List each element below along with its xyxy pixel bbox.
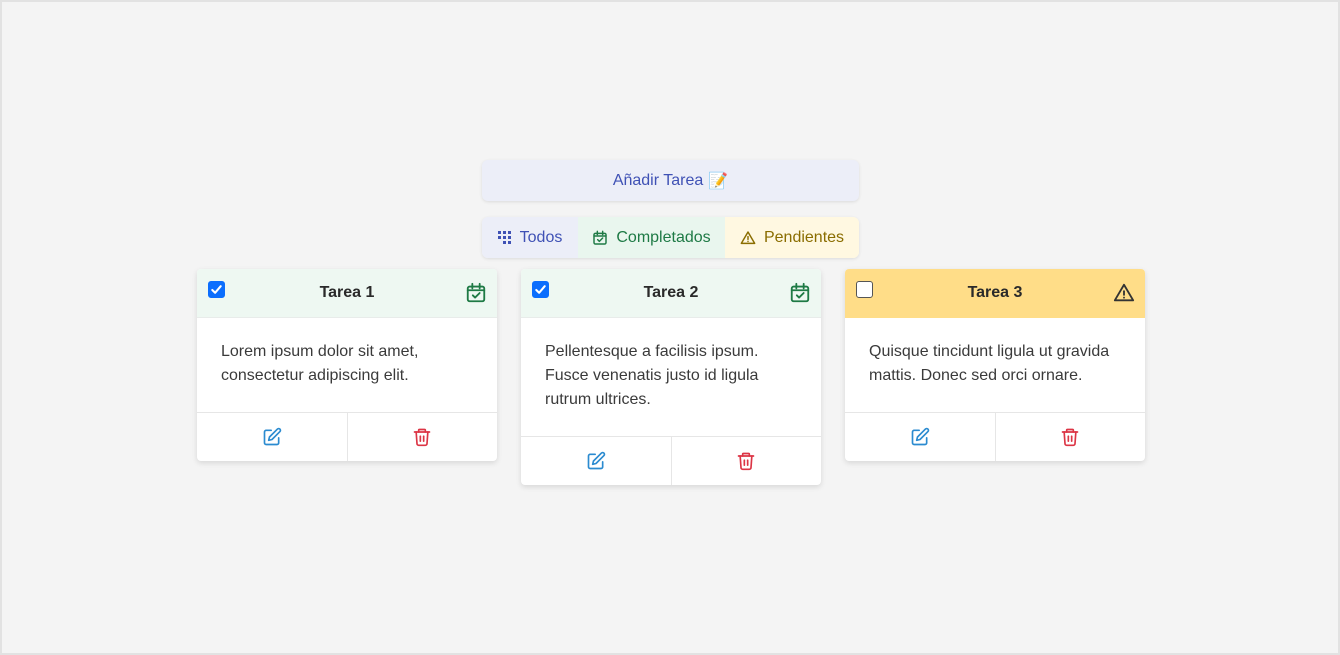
filter-pending-label: Pendientes: [763, 228, 845, 246]
delete-task-button[interactable]: [346, 413, 498, 461]
task-card-header: Tarea 2: [521, 269, 821, 318]
task-complete-checkbox[interactable]: [532, 281, 549, 298]
filter-pending-button[interactable]: Pendientes: [725, 217, 859, 258]
edit-icon: [587, 451, 605, 470]
edit-icon: [263, 427, 281, 446]
filter-completed-button[interactable]: Completados: [578, 217, 725, 258]
calendar-check-icon: [790, 282, 810, 303]
edit-task-button[interactable]: [197, 413, 347, 461]
delete-task-button[interactable]: [994, 413, 1146, 461]
edit-task-button[interactable]: [521, 437, 671, 485]
filter-all-label: Todos: [519, 228, 563, 246]
task-card: Tarea 1 Lorem ipsum dolor sit amet, cons…: [197, 269, 497, 461]
task-actions: [845, 412, 1145, 461]
task-description: Pellentesque a facilisis ipsum. Fusce ve…: [545, 343, 759, 408]
calendar-check-icon: [466, 282, 486, 303]
task-description: Lorem ipsum dolor sit amet, consectetur …: [221, 343, 419, 384]
add-task-label: Añadir Tarea: [612, 171, 704, 189]
filter-bar: Todos Completados Pendientes: [482, 217, 859, 258]
warning-icon: [1113, 283, 1135, 302]
edit-icon: [911, 427, 929, 446]
filter-completed-label: Completados: [616, 228, 711, 246]
task-title: Tarea 3: [967, 284, 1023, 301]
add-task-button[interactable]: Añadir Tarea 📝: [482, 160, 859, 201]
trash-icon: [1061, 428, 1079, 447]
memo-icon: 📝: [708, 172, 729, 190]
task-card: Tarea 3 Quisque tincidunt ligula ut grav…: [845, 269, 1145, 461]
task-title: Tarea 1: [319, 284, 375, 301]
task-card-header: Tarea 3: [845, 269, 1145, 318]
edit-task-button[interactable]: [845, 413, 995, 461]
grid-icon: [497, 230, 511, 244]
task-card-header: Tarea 1: [197, 269, 497, 318]
task-description: Quisque tincidunt ligula ut gravida matt…: [869, 343, 1110, 384]
trash-icon: [413, 428, 431, 447]
task-card: Tarea 2 Pellentesque a facilisis ipsum. …: [521, 269, 821, 485]
delete-task-button[interactable]: [670, 437, 822, 485]
task-actions: [521, 436, 821, 485]
trash-icon: [737, 452, 755, 471]
filter-all-button[interactable]: Todos: [482, 217, 578, 258]
task-title: Tarea 2: [643, 284, 699, 301]
task-complete-checkbox[interactable]: [856, 281, 873, 298]
task-actions: [197, 412, 497, 461]
task-complete-checkbox[interactable]: [208, 281, 225, 298]
warning-icon: [740, 230, 756, 244]
calendar-check-icon: [593, 230, 608, 245]
